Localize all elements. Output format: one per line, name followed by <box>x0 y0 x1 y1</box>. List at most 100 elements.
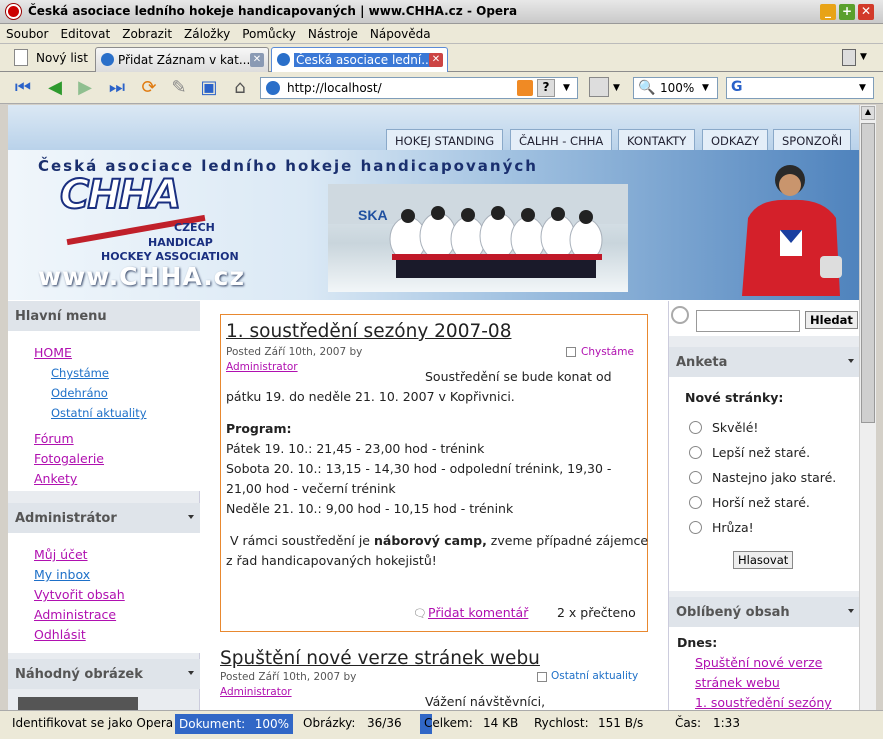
rss-icon[interactable] <box>517 80 533 96</box>
magnifier-icon: 🔍 <box>638 80 656 96</box>
save-icon[interactable]: ▣ <box>198 77 220 99</box>
poll-option-radio[interactable] <box>689 446 702 459</box>
menu-chystame-link[interactable]: Chystáme <box>51 366 109 380</box>
zoom-dropdown-icon[interactable]: ▼ <box>702 83 709 93</box>
my-inbox-link[interactable]: My inbox <box>34 567 90 582</box>
favorite-link[interactable]: 1. soustředění sezóny <box>695 695 832 710</box>
identify-as[interactable]: Identifikovat se jako Opera <box>12 716 173 730</box>
menu-home-link[interactable]: HOME <box>34 345 72 360</box>
poll-option-radio[interactable] <box>689 421 702 434</box>
close-tab-icon[interactable]: ✕ <box>250 53 264 67</box>
scrollbar-thumb[interactable] <box>861 123 875 423</box>
new-tab-button[interactable]: Nový list <box>36 51 88 65</box>
program-heading: Program: <box>226 421 292 436</box>
menu-file[interactable]: Soubor <box>0 24 54 41</box>
hockey-player-image <box>742 165 842 296</box>
poll-question: Nové stránky: <box>685 390 784 405</box>
poll-option-label: Skvělé! <box>712 420 759 435</box>
tab-active[interactable]: Česká asociace lední... ✕ <box>271 47 448 72</box>
random-image-header[interactable]: Náhodný obrázek <box>8 659 200 689</box>
home-icon[interactable]: ⌂ <box>229 77 251 99</box>
collapse-arrow-icon[interactable] <box>848 609 854 613</box>
site-icon <box>266 81 280 95</box>
vertical-scrollbar[interactable]: ▲ <box>859 105 876 710</box>
search-dropdown-icon[interactable]: ▼ <box>859 83 866 93</box>
poll-header[interactable]: Anketa <box>669 347 859 377</box>
minimize-button[interactable]: _ <box>820 4 836 20</box>
nav-links[interactable]: ODKAZY <box>702 129 769 150</box>
chevron-down-icon[interactable]: ▼ <box>860 52 867 62</box>
images-count: 36/36 <box>367 716 402 730</box>
vote-button[interactable]: Hlasovat <box>733 551 794 569</box>
menu-bookmarks[interactable]: Záložky <box>178 24 236 41</box>
favorite-link[interactable]: Spuštění nové verze <box>695 655 822 670</box>
favorites-header[interactable]: Oblíbený obsah <box>669 597 859 627</box>
nav-calhh[interactable]: ČALHH - CHHA <box>510 129 613 150</box>
menu-odehrano-link[interactable]: Odehráno <box>51 386 108 400</box>
favorite-link-cont[interactable]: stránek webu <box>695 675 780 690</box>
post-text-line: Vážení návštěvníci, <box>425 694 546 709</box>
forward-icon[interactable]: ▶ <box>74 77 96 99</box>
add-comment-link[interactable]: Přidat komentář <box>428 605 528 620</box>
site-search-input[interactable] <box>696 310 800 332</box>
admin-header[interactable]: Administrátor <box>8 503 200 533</box>
random-image[interactable] <box>18 697 138 710</box>
nav-sponsors[interactable]: SPONZOŘI <box>773 129 852 150</box>
author-link[interactable]: Administrator <box>226 361 298 373</box>
zoom-value: 100% <box>660 81 695 95</box>
status-bar: Identifikovat se jako Opera Dokument: 10… <box>0 710 883 739</box>
rewind-icon[interactable]: ⏮ <box>12 77 34 99</box>
window-title: Česká asociace ledního hokeje handicapov… <box>28 4 518 18</box>
info-icon[interactable]: ? <box>537 79 555 97</box>
tab-add-entry[interactable]: Přidat Záznam v kat... ✕ <box>95 47 269 72</box>
menu-tools-widgets[interactable]: Pomůcky <box>236 24 302 41</box>
poll-option-radio[interactable] <box>689 471 702 484</box>
my-account-link[interactable]: Můj účet <box>34 547 88 562</box>
admin-title: Administrátor <box>15 511 117 526</box>
zoom-control[interactable]: 🔍 100% ▼ <box>633 77 718 99</box>
search-icon <box>671 306 689 324</box>
author-link[interactable]: Administrator <box>220 686 292 698</box>
menu-edit[interactable]: Editovat <box>54 24 116 41</box>
category-link[interactable]: Chystáme <box>581 346 634 358</box>
close-button[interactable]: ✕ <box>858 4 874 20</box>
administration-link[interactable]: Administrace <box>34 607 116 622</box>
menu-tools[interactable]: Nástroje <box>302 24 364 41</box>
category-link[interactable]: Ostatní aktuality <box>551 670 638 682</box>
fast-forward-icon[interactable]: ⏭ <box>106 77 128 99</box>
menu-polls-link[interactable]: Ankety <box>34 471 77 486</box>
nav-contacts[interactable]: KONTAKTY <box>618 129 696 150</box>
menu-forum-link[interactable]: Fórum <box>34 431 74 446</box>
create-content-link[interactable]: Vytvořit obsah <box>34 587 125 602</box>
poll-option-radio[interactable] <box>689 521 702 534</box>
logout-link[interactable]: Odhlásit <box>34 627 86 642</box>
search-field[interactable]: G ▼ <box>726 77 874 99</box>
menu-view[interactable]: Zobrazit <box>116 24 178 41</box>
maximize-button[interactable]: + <box>839 4 855 20</box>
edit-icon[interactable]: ✎ <box>168 77 190 99</box>
scroll-up-icon[interactable]: ▲ <box>861 106 875 120</box>
chevron-down-icon[interactable]: ▼ <box>613 83 620 93</box>
today-label: Dnes: <box>677 635 718 650</box>
menu-help[interactable]: Nápověda <box>364 24 437 41</box>
collapse-arrow-icon[interactable] <box>848 359 854 363</box>
panel-icon[interactable] <box>589 77 609 97</box>
reload-icon[interactable]: ⟳ <box>138 77 160 99</box>
menu-other-news-link[interactable]: Ostatní aktuality <box>51 406 147 420</box>
poll-option-radio[interactable] <box>689 496 702 509</box>
logo-handicap: HANDICAP <box>148 236 213 249</box>
nav-hockey-standing[interactable]: HOKEJ STANDING <box>386 129 504 150</box>
trash-icon[interactable] <box>842 49 856 66</box>
address-dropdown-icon[interactable]: ▼ <box>563 83 570 93</box>
collapse-arrow-icon[interactable] <box>188 515 194 519</box>
post-title-link[interactable]: Spuštění nové verze stránek webu <box>220 648 540 669</box>
address-bar[interactable]: http://localhost/ ? ▼ <box>260 77 578 99</box>
search-button[interactable]: Hledat <box>805 311 858 329</box>
menu-gallery-link[interactable]: Fotogalerie <box>34 451 104 466</box>
rink-ad-text: SKA <box>358 207 388 223</box>
back-icon[interactable]: ◀ <box>44 77 66 99</box>
favorites-title: Oblíbený obsah <box>676 605 790 620</box>
close-tab-icon[interactable]: ✕ <box>429 53 443 67</box>
post-title-link[interactable]: 1. soustředění sezóny 2007-08 <box>226 321 511 342</box>
collapse-arrow-icon[interactable] <box>188 671 194 675</box>
